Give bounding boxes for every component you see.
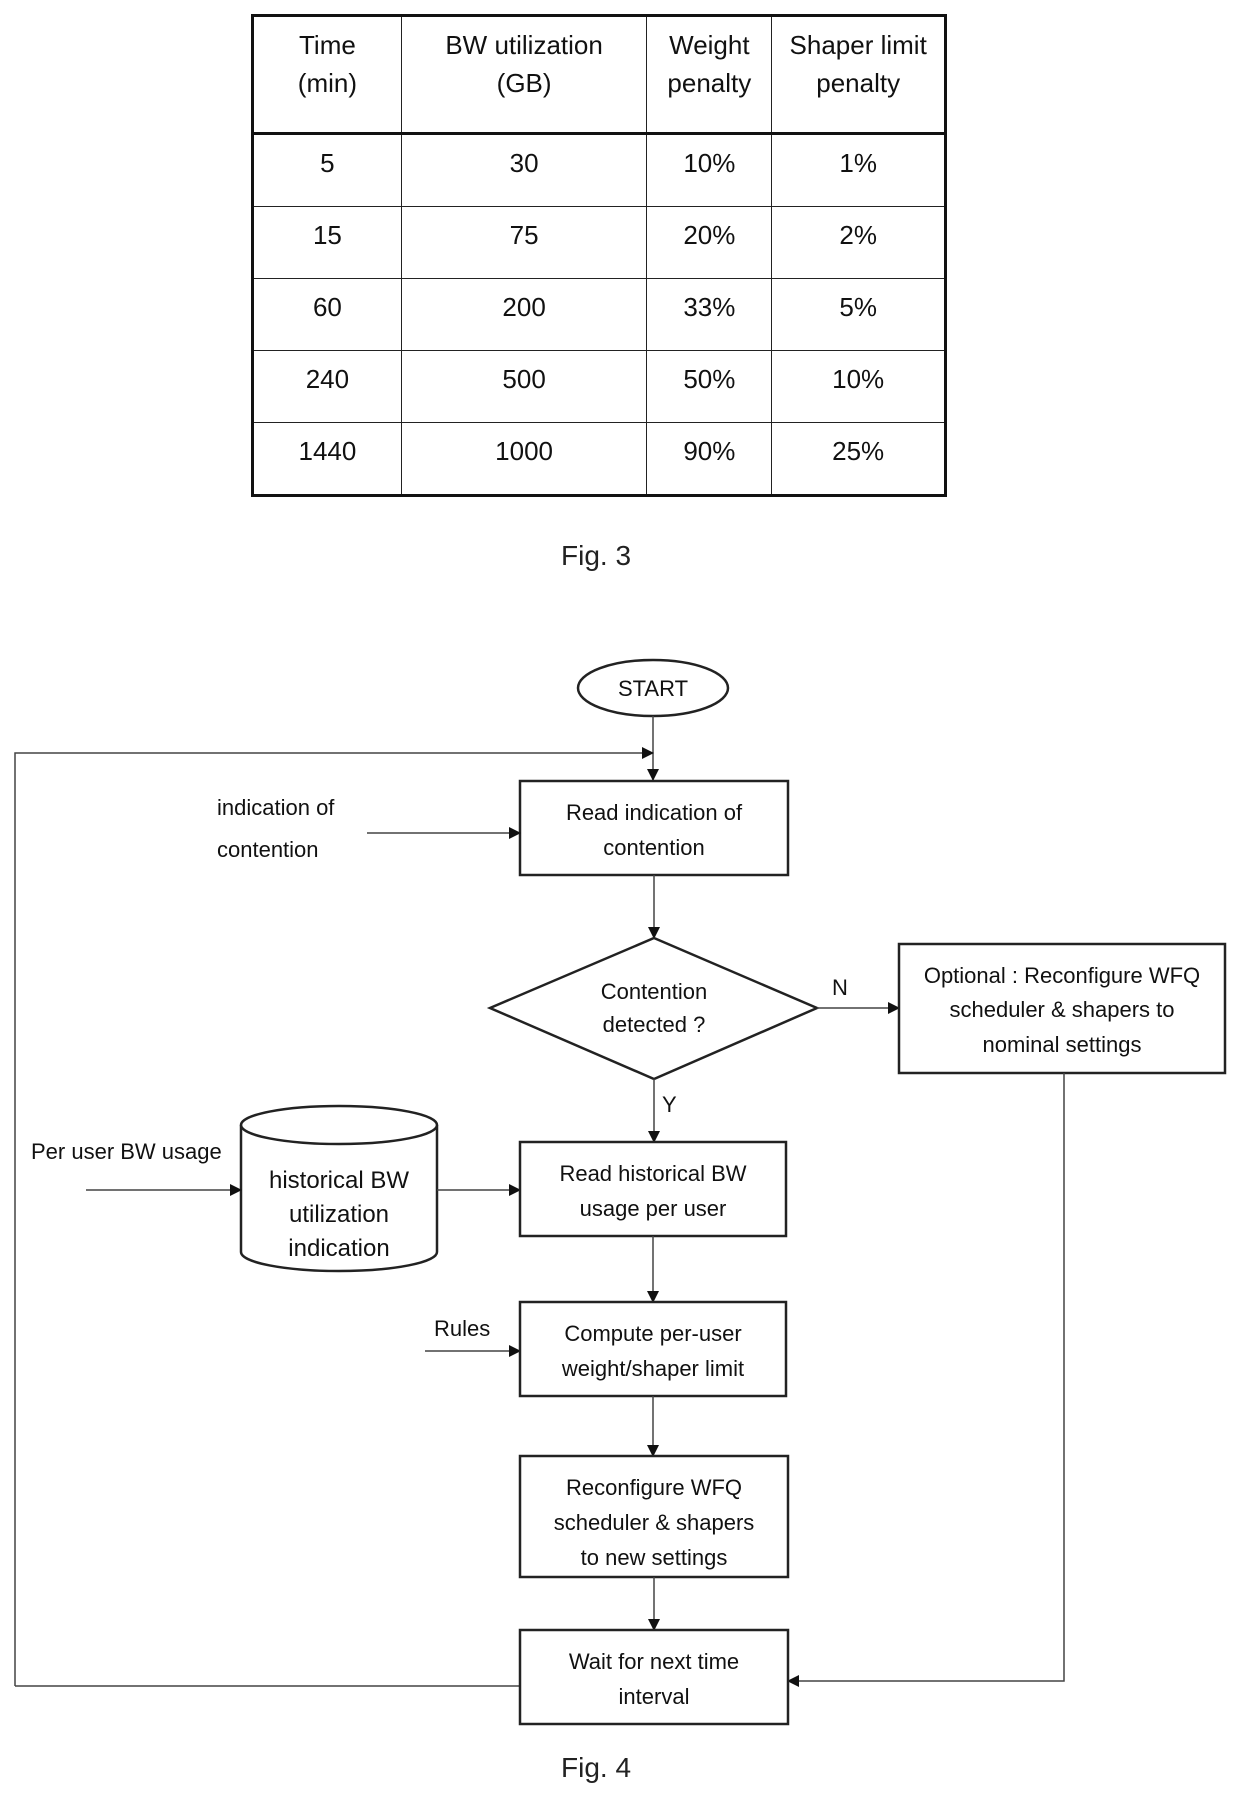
indication-input-line1: indication of: [217, 795, 335, 820]
optional-line3: nominal settings: [983, 1032, 1142, 1057]
wait-box: [518, 1628, 790, 1726]
historical-db-top: [239, 1104, 439, 1146]
read-indication-line2: contention: [603, 835, 705, 860]
start-label: START: [618, 676, 688, 701]
per-user-input-label: Per user BW usage: [31, 1139, 222, 1164]
fig4-flowchart: START Read indication of contention indi…: [14, 658, 1227, 1726]
compute-line2: weight/shaper limit: [561, 1356, 744, 1381]
db-line3: indication: [288, 1235, 389, 1262]
arrow-optional-to-wait: [787, 1073, 1065, 1687]
decision-line1: Contention: [601, 979, 707, 1004]
reconfigure-line1: Reconfigure WFQ: [566, 1475, 742, 1500]
compute-box: [518, 1300, 788, 1398]
db-line2: utilization: [289, 1201, 389, 1228]
read-indication-line1: Read indication of: [566, 800, 743, 825]
read-indication-box: [518, 779, 790, 877]
fig4-caption: Fig. 4: [561, 1752, 632, 1783]
contention-decision: [486, 936, 821, 1081]
read-historical-line2: usage per user: [580, 1196, 727, 1221]
read-historical-line1: Read historical BW: [559, 1161, 746, 1186]
wait-line2: interval: [619, 1684, 690, 1709]
reconfigure-line3: to new settings: [581, 1545, 728, 1570]
yes-label: Y: [662, 1092, 677, 1117]
read-historical-box: [518, 1140, 788, 1238]
no-label: N: [832, 975, 848, 1000]
reconfigure-line2: scheduler & shapers: [554, 1510, 755, 1535]
rules-label: Rules: [434, 1316, 490, 1341]
optional-line2: scheduler & shapers to: [949, 997, 1174, 1022]
indication-input-line2: contention: [217, 837, 319, 862]
compute-line1: Compute per-user: [564, 1321, 741, 1346]
decision-line2: detected ?: [603, 1012, 706, 1037]
optional-line1: Optional : Reconfigure WFQ: [924, 963, 1200, 988]
db-line1: historical BW: [269, 1167, 409, 1194]
wait-line1: Wait for next time: [569, 1649, 739, 1674]
